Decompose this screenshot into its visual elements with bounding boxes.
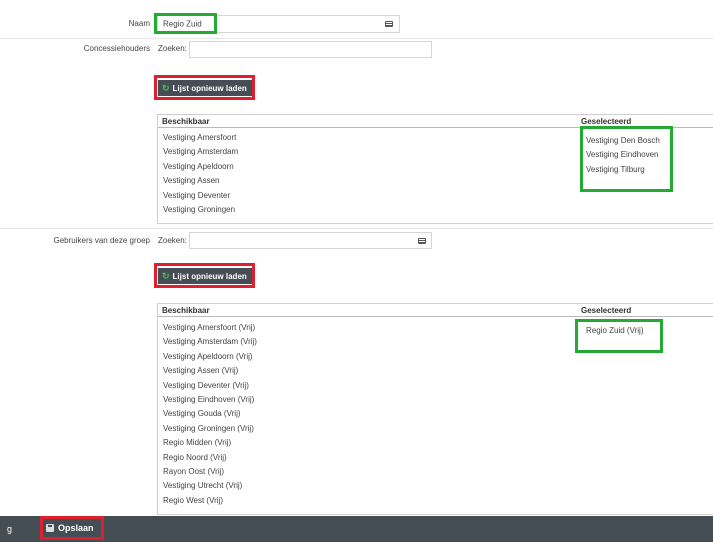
concessiehouders-dual-list: Beschikbaar Geselecteerd Vestiging Amers… bbox=[157, 114, 713, 224]
reload-button-label: Lijst opnieuw laden bbox=[172, 83, 247, 93]
available-header: Beschikbaar bbox=[162, 306, 210, 315]
name-value: Regio Zuid bbox=[163, 19, 202, 29]
list-item[interactable]: Vestiging Apeldoorn (Vrij) bbox=[163, 350, 257, 364]
list-item[interactable]: Vestiging Utrecht (Vrij) bbox=[163, 479, 257, 493]
list-header: Beschikbaar Geselecteerd bbox=[158, 115, 713, 128]
available-list: Vestiging Amersfoort Vestiging Amsterdam… bbox=[163, 131, 238, 217]
selected-header: Geselecteerd bbox=[581, 117, 632, 126]
selected-header: Geselecteerd bbox=[581, 306, 632, 315]
list-item[interactable]: Vestiging Tilburg bbox=[586, 163, 660, 177]
list-item[interactable]: Regio Midden (Vrij) bbox=[163, 436, 257, 450]
reload-button-label: Lijst opnieuw laden bbox=[172, 271, 247, 281]
list-item[interactable]: Vestiging Amsterdam (Vrij) bbox=[163, 335, 257, 349]
list-item[interactable]: Vestiging Assen bbox=[163, 174, 238, 188]
name-label: Naam bbox=[128, 19, 150, 28]
name-field[interactable]: Regio Zuid bbox=[157, 15, 400, 33]
save-icon bbox=[46, 524, 54, 532]
divider bbox=[0, 38, 713, 39]
list-item[interactable]: Vestiging Eindhoven (Vrij) bbox=[163, 393, 257, 407]
refresh-icon: ↻ bbox=[162, 270, 170, 281]
gebruikers-dual-list: Beschikbaar Geselecteerd Vestiging Amers… bbox=[157, 303, 713, 515]
concessiehouders-search-input[interactable] bbox=[189, 41, 432, 58]
gebruikers-label: Gebruikers van deze groep bbox=[53, 236, 151, 245]
list-item[interactable]: Regio West (Vrij) bbox=[163, 494, 257, 508]
footer-left-text: g bbox=[7, 524, 13, 534]
field-list-icon[interactable] bbox=[385, 21, 393, 27]
list-item[interactable]: Vestiging Groningen (Vrij) bbox=[163, 422, 257, 436]
list-item[interactable]: Vestiging Deventer bbox=[163, 189, 238, 203]
footer-toolbar: g Opslaan bbox=[0, 516, 713, 542]
field-list-icon[interactable] bbox=[418, 237, 426, 244]
gebruikers-search-input[interactable] bbox=[189, 232, 432, 249]
list-item[interactable]: Vestiging Assen (Vrij) bbox=[163, 364, 257, 378]
concessiehouders-reload-button[interactable]: ↻ Lijst opnieuw laden bbox=[158, 80, 252, 96]
list-item[interactable]: Vestiging Amersfoort bbox=[163, 131, 238, 145]
list-item[interactable]: Rayon Oost (Vrij) bbox=[163, 465, 257, 479]
list-item[interactable]: Vestiging Groningen bbox=[163, 203, 238, 217]
divider bbox=[0, 228, 713, 229]
list-item[interactable]: Vestiging Amsterdam bbox=[163, 145, 238, 159]
list-item[interactable]: Vestiging Gouda (Vrij) bbox=[163, 407, 257, 421]
save-button-label: Opslaan bbox=[58, 523, 94, 533]
selected-list: Vestiging Den Bosch Vestiging Eindhoven … bbox=[586, 134, 660, 177]
save-button[interactable]: Opslaan bbox=[46, 523, 94, 533]
available-list: Vestiging Amersfoort (Vrij) Vestiging Am… bbox=[163, 321, 257, 508]
list-item[interactable]: Vestiging Deventer (Vrij) bbox=[163, 379, 257, 393]
list-item[interactable]: Regio Noord (Vrij) bbox=[163, 451, 257, 465]
gebruikers-search-label: Zoeken: bbox=[158, 236, 187, 245]
concessiehouders-label: Concessiehouders bbox=[83, 44, 150, 53]
list-item[interactable]: Regio Zuid (Vrij) bbox=[586, 324, 644, 338]
list-header: Beschikbaar Geselecteerd bbox=[158, 304, 713, 317]
gebruikers-reload-button[interactable]: ↻ Lijst opnieuw laden bbox=[158, 268, 252, 284]
refresh-icon: ↻ bbox=[162, 82, 170, 93]
list-item[interactable]: Vestiging Den Bosch bbox=[586, 134, 660, 148]
list-item[interactable]: Vestiging Amersfoort (Vrij) bbox=[163, 321, 257, 335]
selected-list: Regio Zuid (Vrij) bbox=[586, 324, 644, 338]
available-header: Beschikbaar bbox=[162, 117, 210, 126]
concessiehouders-search-label: Zoeken: bbox=[158, 44, 187, 53]
list-item[interactable]: Vestiging Apeldoorn bbox=[163, 160, 238, 174]
list-item[interactable]: Vestiging Eindhoven bbox=[586, 148, 660, 162]
